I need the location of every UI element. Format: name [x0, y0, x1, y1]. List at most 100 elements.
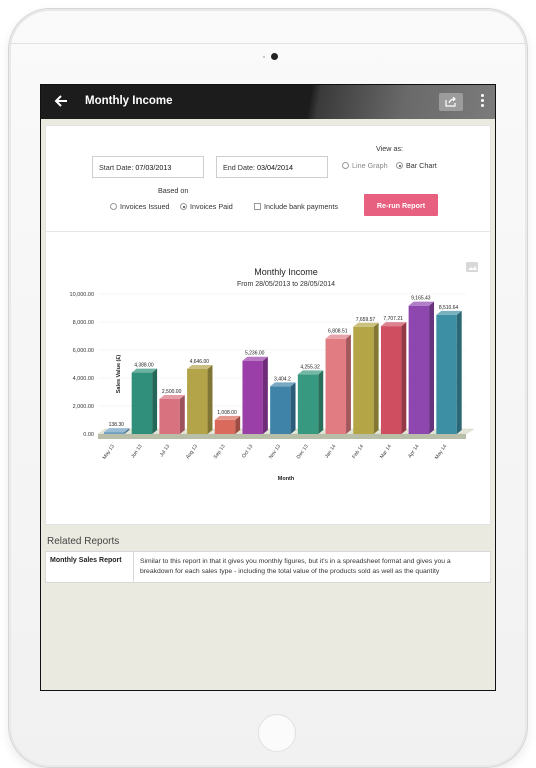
- bar-front: [187, 368, 208, 434]
- bar-side: [179, 395, 185, 434]
- bar-value-label: 8,510.64: [439, 305, 459, 311]
- start-date-field[interactable]: Start Date: 07/03/2013: [92, 156, 204, 178]
- bar-value-label: 4,255.32: [300, 364, 320, 370]
- app-bar: Monthly Income: [41, 85, 495, 119]
- bar-value-label: 9,165.43: [411, 296, 431, 302]
- bar-chart-radio[interactable]: [396, 162, 403, 169]
- y-tick-label: 0.00: [83, 432, 94, 438]
- include-bank-checkbox[interactable]: [254, 203, 261, 210]
- bar-side: [373, 322, 379, 434]
- related-reports: Related Reports Monthly Sales Report Sim…: [45, 529, 491, 583]
- x-tick-label: Apr 14: [407, 444, 420, 460]
- related-report-description: Similar to this report in that it gives …: [140, 558, 451, 575]
- related-report-name[interactable]: Monthly Sales Report: [46, 552, 134, 582]
- bar-side: [152, 368, 158, 434]
- end-date-field[interactable]: End Date: 03/04/2014: [216, 156, 328, 178]
- line-graph-label: Line Graph: [352, 161, 388, 170]
- invoices-paid-radio[interactable]: [180, 203, 187, 210]
- bar-side: [207, 364, 213, 434]
- y-tick-label: 2,000.00: [73, 404, 94, 410]
- overflow-menu-icon[interactable]: [479, 93, 485, 111]
- bar-front: [270, 386, 291, 434]
- bar-front: [159, 399, 180, 434]
- bar-front: [353, 326, 374, 434]
- bar-side: [290, 382, 296, 434]
- bar-value-label: 6,808.51: [328, 329, 348, 335]
- bar-value-label: 138.30: [109, 422, 125, 428]
- end-date-value: 03/04/2014: [256, 163, 293, 172]
- bar-front: [242, 360, 263, 434]
- report-filters: Start Date: 07/03/2013 End Date: 03/04/2…: [46, 126, 490, 232]
- x-tick-label: Jun 13: [130, 444, 144, 460]
- chart-plot-area: 0.00 2,000.00 4,000.00 6,000.00 8,000.00 10,0…: [70, 292, 475, 461]
- bar-value-label: 5,236.00: [245, 351, 265, 357]
- bar-front: [436, 314, 457, 434]
- invoices-issued-option[interactable]: Invoices Issued: [110, 202, 170, 211]
- y-axis-label: Sales Value (£): [116, 355, 122, 394]
- invoices-paid-label: Invoices Paid: [190, 202, 233, 211]
- x-tick-label: Jul 13: [159, 444, 172, 459]
- bar-side: [456, 310, 462, 434]
- bar-chart-label: Bar Chart: [406, 161, 437, 170]
- view-line-graph-option[interactable]: Line Graph: [342, 161, 388, 170]
- y-tick-label: 8,000.00: [73, 320, 94, 326]
- home-button[interactable]: [258, 714, 296, 752]
- invoices-issued-radio[interactable]: [110, 203, 117, 210]
- view-as-label: View as:: [376, 144, 404, 153]
- x-tick-label: Mar 14: [379, 444, 393, 460]
- x-tick-label: Aug 13: [185, 444, 199, 461]
- bar-side: [318, 370, 324, 434]
- app-screen: Monthly Income Start Date: 07/03/2013 En…: [40, 84, 496, 691]
- monthly-income-chart: Monthly Income From 28/05/2013 to 28/05/…: [70, 262, 478, 482]
- x-axis-label: Month: [278, 476, 295, 482]
- bar-front: [408, 305, 430, 434]
- bar-value-label: 7,707.21: [383, 316, 403, 322]
- related-report-row[interactable]: Monthly Sales Report Similar to this rep…: [45, 551, 491, 583]
- y-tick-label: 10,000.00: [70, 292, 94, 298]
- x-tick-label: Nov 13: [268, 444, 282, 461]
- invoices-issued-label: Invoices Issued: [120, 202, 170, 211]
- back-arrow-icon[interactable]: [53, 93, 69, 109]
- device-edge-line: [9, 43, 527, 44]
- x-tick-label: Oct 13: [241, 444, 254, 460]
- bar-front: [131, 372, 153, 434]
- start-date-value: 07/03/2013: [135, 163, 172, 172]
- y-tick-label: 6,000.00: [73, 348, 94, 354]
- share-button[interactable]: [439, 93, 463, 111]
- report-panel: Start Date: 07/03/2013 End Date: 03/04/2…: [45, 125, 491, 525]
- chart-title: Monthly Income: [254, 267, 318, 277]
- bar-value-label: 7,659.57: [356, 317, 376, 323]
- end-date-label: End Date:: [223, 163, 255, 172]
- x-tick-label: Sep 13: [213, 444, 227, 461]
- chart-export-icon[interactable]: [466, 262, 478, 272]
- share-icon: [445, 97, 456, 107]
- bar-side: [429, 301, 435, 434]
- bar-value-label: 4,646.00: [190, 359, 210, 365]
- x-tick-label: Feb 14: [351, 444, 365, 460]
- x-tick-label: Jan 14: [324, 444, 338, 460]
- based-on-label: Based on: [158, 186, 189, 195]
- include-bank-label: Include bank payments: [264, 202, 338, 211]
- sensor-dot: [263, 56, 265, 58]
- bar-side: [401, 322, 407, 434]
- bar-value-label: 3,404.2: [274, 376, 291, 382]
- rerun-report-button[interactable]: Re-run Report: [364, 194, 438, 216]
- bar-side: [262, 356, 268, 434]
- chart-subtitle: From 28/05/2013 to 28/05/2014: [237, 281, 335, 288]
- bar-front: [214, 419, 236, 434]
- x-tick-label: Dec 13: [296, 444, 310, 461]
- bar-front: [104, 432, 125, 434]
- bar-front: [325, 338, 347, 434]
- related-reports-title: Related Reports: [47, 536, 120, 547]
- front-camera: [271, 53, 278, 60]
- invoices-paid-option[interactable]: Invoices Paid: [180, 202, 233, 211]
- bar-side: [346, 334, 351, 434]
- bar-front: [297, 374, 319, 434]
- bar-value-label: 2,500.00: [162, 389, 182, 395]
- chart-floor-front: [98, 434, 466, 439]
- include-bank-option[interactable]: Include bank payments: [254, 202, 338, 211]
- line-graph-radio[interactable]: [342, 162, 349, 169]
- bar-front: [380, 326, 402, 434]
- view-bar-chart-option[interactable]: Bar Chart: [396, 161, 437, 170]
- page-title: Monthly Income: [85, 95, 173, 107]
